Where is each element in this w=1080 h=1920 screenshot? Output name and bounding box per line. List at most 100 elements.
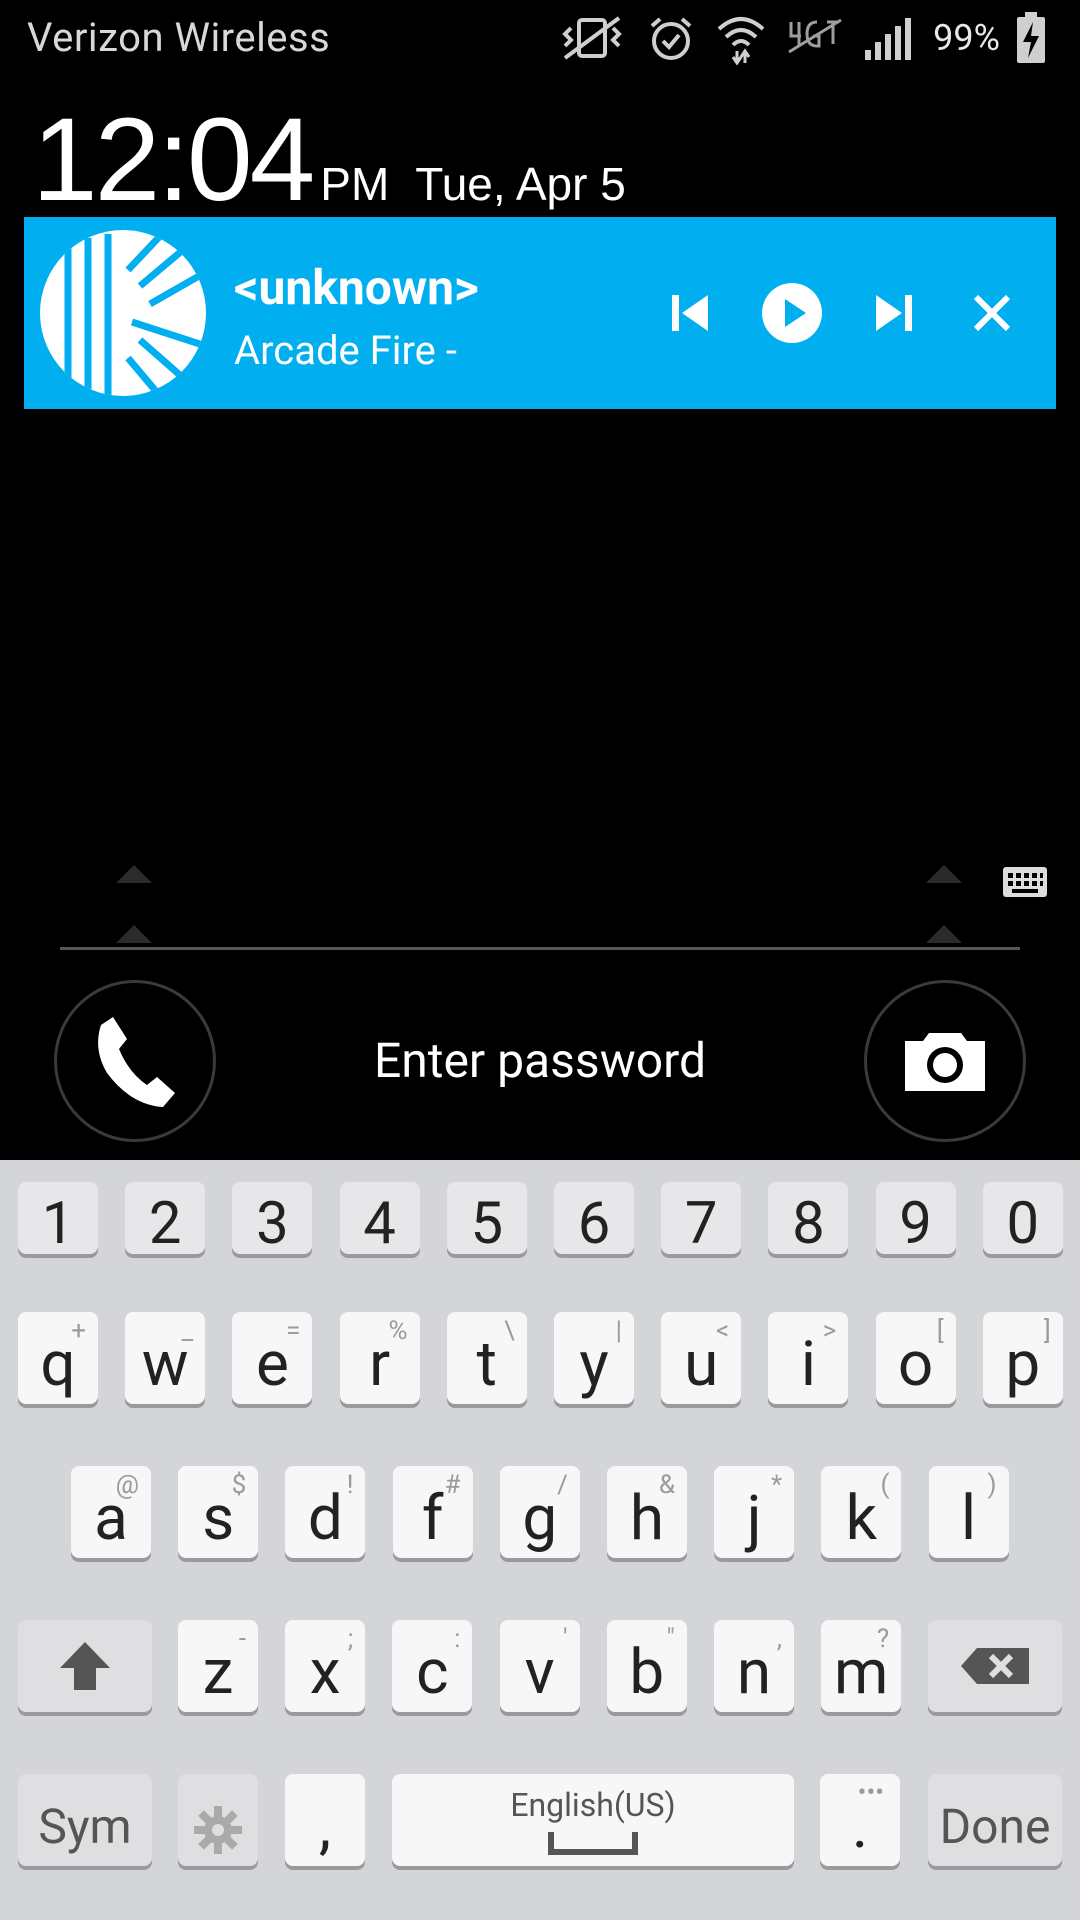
key-h-alt-label: & (658, 1470, 675, 1500)
comma-key[interactable]: , (285, 1774, 365, 1866)
key-i-label: i (800, 1327, 816, 1401)
lte-icon (787, 16, 843, 60)
key-5-label: 5 (470, 1190, 504, 1258)
previous-button[interactable] (654, 277, 726, 349)
comma-key-label: , (318, 1789, 332, 1863)
key-0[interactable]: 0 (982, 1182, 1063, 1258)
settings-key[interactable] (178, 1774, 258, 1866)
key-k[interactable]: k( (821, 1466, 902, 1558)
key-w[interactable]: w _ (125, 1312, 206, 1404)
play-button[interactable] (756, 277, 828, 349)
key-m[interactable]: m? (821, 1620, 902, 1712)
key-s-alt-label: $ (231, 1470, 247, 1500)
key-u[interactable]: u < (661, 1312, 742, 1404)
clock-time: 12:04 (32, 94, 315, 226)
key-y-label: y (579, 1327, 609, 1401)
key-y-alt-label: | (615, 1316, 622, 1346)
key-c-label: c (416, 1635, 449, 1709)
unlock-hint-arrow (926, 925, 962, 943)
key-d[interactable]: d! (285, 1466, 366, 1558)
battery-percent: 99% (933, 17, 1000, 59)
track-artist: Arcade Fire - (234, 327, 457, 374)
done-key-label: Done (939, 1797, 1051, 1855)
key-o[interactable]: o[ (875, 1312, 956, 1404)
key-i-alt-label: > (822, 1316, 837, 1346)
key-o-alt-label: [ (936, 1316, 944, 1346)
key-x-alt-label: ; (347, 1624, 354, 1654)
key-t[interactable]: t \ (446, 1312, 527, 1404)
key-v-alt-label: ' (563, 1624, 568, 1654)
key-x[interactable]: x; (285, 1620, 366, 1712)
key-r[interactable]: r% (339, 1312, 420, 1404)
period-key-alt-label: ••• (857, 1778, 884, 1808)
key-e-alt-label: = (286, 1316, 301, 1346)
key-s[interactable]: s $ (178, 1466, 259, 1558)
media-notification[interactable]: <unknown> Arcade Fire - (24, 217, 1056, 409)
carrier-name: Verizon Wireless (27, 14, 331, 61)
key-q[interactable]: q + (18, 1312, 98, 1404)
signal-icon (863, 14, 913, 62)
key-c-alt-label: : (454, 1624, 461, 1654)
key-3[interactable]: 3 (232, 1182, 313, 1258)
key-b[interactable]: b " (606, 1620, 687, 1712)
sym-key[interactable]: Sym (18, 1774, 152, 1866)
space-key-label: English(US) (510, 1786, 676, 1824)
key-c[interactable]: c: (392, 1620, 473, 1712)
wifi-icon (715, 11, 767, 65)
key-u-label: u (684, 1327, 719, 1401)
unlock-hint-arrow (116, 925, 152, 943)
key-6[interactable]: 6 (554, 1182, 634, 1258)
shift-key[interactable] (18, 1620, 152, 1712)
key-e[interactable]: e = (232, 1312, 313, 1404)
space-bar-icon (548, 1824, 638, 1864)
key-f[interactable]: f # (392, 1466, 473, 1558)
key-i[interactable]: i > (768, 1312, 849, 1404)
key-7[interactable]: 7 (661, 1182, 742, 1258)
key-v-label: v (524, 1635, 555, 1709)
space-key[interactable]: English(US) (392, 1774, 794, 1866)
key-2[interactable]: 2 (125, 1182, 206, 1258)
key-1[interactable]: 1 (18, 1182, 98, 1258)
close-button[interactable] (956, 277, 1028, 349)
key-h[interactable]: h & (607, 1466, 687, 1558)
key-d-label: d (307, 1481, 343, 1555)
backspace-key[interactable] (928, 1620, 1062, 1712)
key-z[interactable]: z- (178, 1620, 258, 1712)
key-j[interactable]: j * (714, 1466, 795, 1558)
key-n[interactable]: n, (714, 1620, 794, 1712)
camera-icon (905, 1033, 985, 1091)
key-m-alt-label: ? (876, 1624, 890, 1654)
shift-icon (60, 1642, 110, 1690)
key-d-alt-label: ! (346, 1470, 354, 1500)
track-title: <unknown> (234, 259, 479, 316)
period-key[interactable]: . ••• (820, 1774, 900, 1866)
password-field-underline[interactable] (60, 947, 1020, 950)
key-v[interactable]: v ' (499, 1620, 580, 1712)
key-p[interactable]: p] (982, 1312, 1063, 1404)
done-key[interactable]: Done (928, 1774, 1062, 1866)
key-8[interactable]: 8 (768, 1182, 849, 1258)
keyboard: 1 2 3 4 5 6 7 8 9 0 q + w _ e = r% t \ y | u < i > o[ p] a @ s $ d! f # g /… (0, 1160, 1080, 1920)
key-s-label: s (202, 1481, 235, 1555)
key-r-alt-label: % (388, 1316, 408, 1346)
key-p-label: p (1005, 1327, 1041, 1401)
next-icon (876, 295, 912, 331)
close-icon (973, 294, 1011, 332)
keyboard-toggle-icon[interactable] (1002, 866, 1048, 902)
key-l[interactable]: l) (928, 1466, 1009, 1558)
camera-shortcut-button[interactable] (864, 980, 1026, 1142)
key-a[interactable]: a @ (71, 1466, 151, 1558)
key-g[interactable]: g / (499, 1466, 580, 1558)
next-button[interactable] (858, 277, 930, 349)
key-y[interactable]: y | (554, 1312, 634, 1404)
status-icons: 99% (557, 8, 1046, 68)
play-icon (762, 283, 822, 343)
key-f-alt-label: # (444, 1470, 461, 1500)
key-7-label: 7 (684, 1190, 718, 1258)
key-p-alt-label: ] (1043, 1316, 1051, 1346)
previous-icon (672, 295, 708, 331)
key-5[interactable]: 5 (446, 1182, 527, 1258)
key-4[interactable]: 4 (339, 1182, 420, 1258)
key-k-alt-label: ( (880, 1470, 890, 1500)
key-9[interactable]: 9 (875, 1182, 956, 1258)
